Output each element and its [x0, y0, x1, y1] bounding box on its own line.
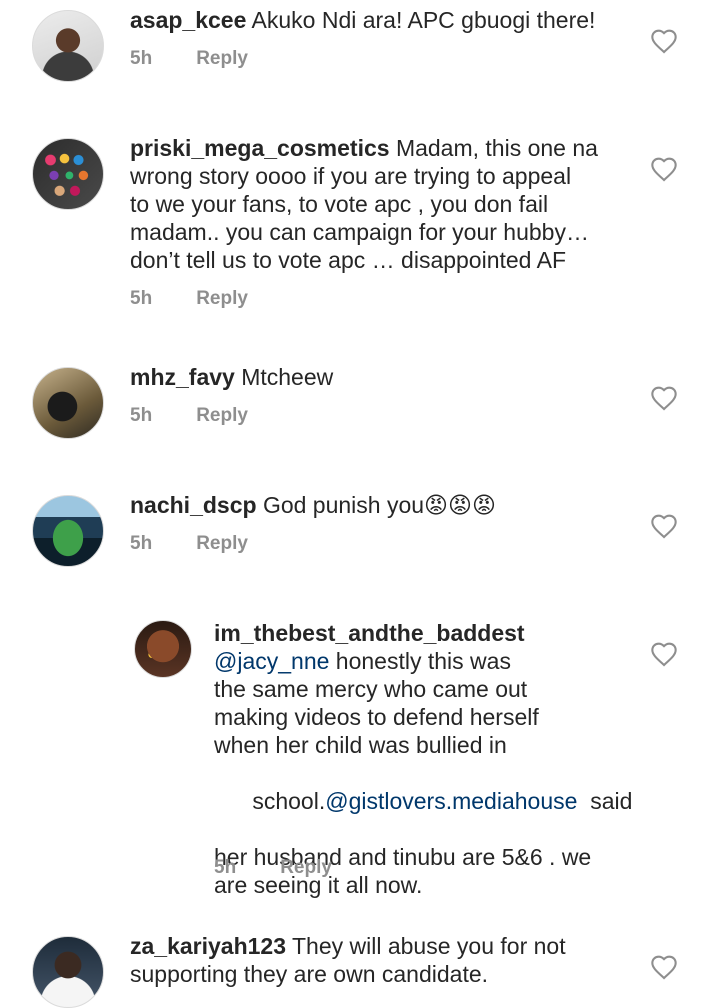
comment-line: the same mercy who came out — [214, 676, 528, 702]
reply-button[interactable]: Reply — [196, 405, 248, 426]
reply-button[interactable]: Reply — [196, 288, 248, 309]
comment-line: supporting they are own candidate. — [130, 961, 489, 987]
avatar[interactable] — [32, 936, 104, 1008]
avatar[interactable] — [32, 10, 104, 82]
timestamp: 5h — [214, 857, 237, 878]
username[interactable]: mhz_favy — [130, 364, 235, 390]
timestamp: 5h — [130, 288, 153, 309]
comment-text: nachi_dscp God punish you😡😡😡 — [130, 491, 630, 519]
comment-line: Mtcheew — [241, 364, 334, 390]
avatar[interactable] — [32, 367, 104, 439]
heart-icon[interactable] — [650, 28, 678, 56]
comment-line: school. — [252, 788, 326, 814]
comment-line: God punish you😡😡😡 — [262, 492, 496, 518]
reply-button[interactable]: Reply — [196, 533, 248, 554]
comment-meta: 5h Reply — [130, 405, 292, 427]
timestamp: 5h — [130, 405, 153, 426]
heart-icon[interactable] — [650, 641, 678, 669]
username[interactable]: za_kariyah123 — [130, 933, 286, 959]
comment-text: za_kariyah123 They will abuse you for no… — [130, 932, 630, 988]
comment-meta: 5h Reply — [130, 48, 292, 70]
avatar[interactable] — [32, 495, 104, 567]
comment-text: asap_kcee Akuko Ndi ara! APC gbuogi ther… — [130, 6, 630, 34]
comment-line: don’t tell us to vote apc … disappointed… — [130, 247, 566, 273]
comment-line: wrong story oooo if you are trying to ap… — [130, 163, 572, 189]
comment-line: madam.. you can campaign for your hubby… — [130, 219, 589, 245]
username[interactable]: nachi_dscp — [130, 492, 257, 518]
heart-icon[interactable] — [650, 385, 678, 413]
reply-button[interactable]: Reply — [196, 48, 248, 69]
comment-line: Akuko Ndi ara! APC gbuogi there! — [251, 7, 596, 33]
username[interactable]: im_thebest_andthe_baddest — [214, 619, 634, 647]
comment-line: to we your fans, to vote apc , you don f… — [130, 191, 549, 217]
avatar[interactable] — [134, 620, 192, 678]
heart-icon[interactable] — [650, 156, 678, 184]
comment-line: when her child was bullied in — [214, 732, 507, 758]
comment-text: priski_mega_cosmetics Madam, this one na… — [130, 134, 630, 274]
heart-icon[interactable] — [650, 513, 678, 541]
avatar[interactable] — [32, 138, 104, 210]
comment-line: They will abuse you for not — [292, 933, 566, 959]
timestamp: 5h — [130, 48, 153, 69]
heart-icon[interactable] — [650, 954, 678, 982]
comment-meta: 5h Reply — [130, 533, 292, 555]
comment-line: said — [577, 788, 633, 814]
comment-line: honestly this was — [329, 648, 511, 674]
comment-line: Madam, this one na — [395, 135, 598, 161]
reply-button[interactable]: Reply — [280, 857, 332, 878]
comment-meta: 5h Reply — [130, 288, 292, 310]
comment-text: mhz_favy Mtcheew — [130, 363, 630, 391]
username[interactable]: priski_mega_cosmetics — [130, 135, 390, 161]
comment-line: making videos to defend herself — [214, 704, 539, 730]
mention-link[interactable]: @gistlovers.mediahouse — [325, 788, 577, 814]
comment-meta: 5h Reply — [214, 857, 376, 879]
mention-link[interactable]: @jacy_nne — [214, 648, 329, 674]
username[interactable]: asap_kcee — [130, 7, 246, 33]
timestamp: 5h — [130, 533, 153, 554]
